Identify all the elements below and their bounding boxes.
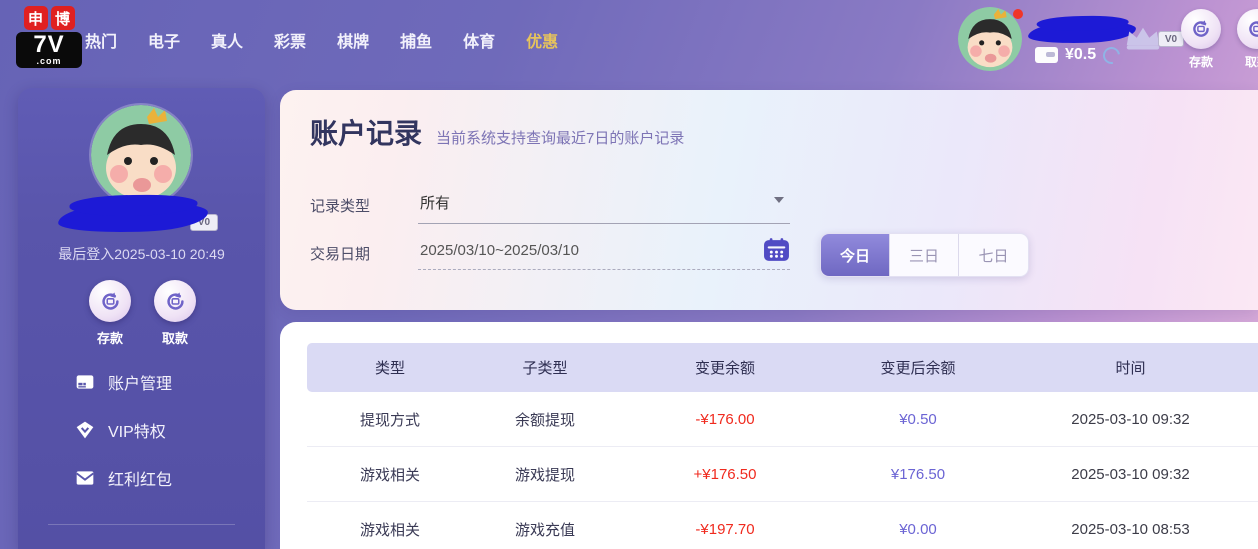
nav-item[interactable]: 真人 <box>211 28 243 52</box>
deposit-label: 存款 <box>1188 55 1213 69</box>
record-type-select[interactable]: 所有 <box>418 186 790 224</box>
logo-tld: .com <box>36 56 62 66</box>
nav-item[interactable]: 棋牌 <box>337 28 369 52</box>
nav-item[interactable]: 电子 <box>148 28 180 52</box>
column-header-time: 时间 <box>1115 360 1146 377</box>
sidebar-deposit-button[interactable]: 存款 <box>78 280 142 347</box>
sidebar-item-label: VIP特权 <box>108 424 166 441</box>
sidebar: V0 最后登入2025-03-10 20:49 存款 取款 账户管理 VIP特权… <box>18 88 265 549</box>
topbar-deposit-button[interactable]: 存款 <box>1172 9 1230 70</box>
table-body: 提现方式 余额提现 -¥176.00 ¥0.50 2025-03-10 09:32 游戏相… <box>307 392 1258 549</box>
sidebar-menu: 账户管理 VIP特权 红利红包 <box>75 358 255 502</box>
refresh-balance-icon[interactable] <box>1099 43 1124 67</box>
withdraw-icon <box>166 290 184 310</box>
vip-badge-icon <box>75 420 95 440</box>
vip-crown-icon <box>1126 27 1160 50</box>
records-table-panel: 类型 子类型 变更余额 变更后余额 时间 提现方式 余额提现 -¥176.00 ¥0.… <box>280 322 1258 549</box>
logo-badge-char: 博 <box>50 6 75 30</box>
sidebar-item-label: 红利红包 <box>108 472 173 489</box>
account-card-icon <box>75 372 95 392</box>
deposit-label: 存款 <box>96 331 123 346</box>
cell-subtype: 余额提现 <box>514 411 575 429</box>
date-range-input[interactable]: 2025/03/10~2025/03/10 <box>418 236 790 270</box>
cell-balance: ¥0.00 <box>899 520 937 538</box>
wallet-icon <box>1035 47 1058 63</box>
main-nav: 热门 电子 真人 彩票 棋牌 捕鱼 体育 优惠 <box>85 0 558 80</box>
nav-item[interactable]: 热门 <box>85 28 117 52</box>
logo-badge-char: 申 <box>23 6 48 30</box>
page-subtitle: 当前系统支持查询最近7日的账户记录 <box>436 130 685 147</box>
sidebar-divider <box>48 524 235 525</box>
column-header-subtype: 子类型 <box>522 360 568 377</box>
sidebar-item-vip[interactable]: VIP特权 <box>75 406 255 454</box>
cell-subtype: 游戏充值 <box>514 521 575 539</box>
record-type-label: 记录类型 <box>310 197 371 215</box>
notification-dot <box>1013 9 1023 19</box>
cell-change: -¥197.70 <box>695 520 755 538</box>
cell-change: -¥176.00 <box>695 410 755 428</box>
date-range-value: 2025/03/10~2025/03/10 <box>420 242 579 259</box>
nav-item[interactable]: 捕鱼 <box>400 28 432 52</box>
sidebar-item-account-management[interactable]: 账户管理 <box>75 358 255 406</box>
topbar-withdraw-button[interactable]: 取款 <box>1228 9 1258 70</box>
balance-amount: ¥0.5 <box>1065 46 1097 63</box>
deposit-icon <box>101 290 119 310</box>
sidebar-item-label: 账户管理 <box>108 376 173 393</box>
site-logo[interactable]: 申 博 7V .com <box>16 6 82 68</box>
account-records-panel: 账户记录 当前系统支持查询最近7日的账户记录 记录类型 所有 交易日期 2025… <box>280 90 1258 310</box>
date-range-tabs: 今日 三日 七日 <box>820 233 1029 277</box>
sidebar-withdraw-button[interactable]: 取款 <box>143 280 207 347</box>
table-row: 提现方式 余额提现 -¥176.00 ¥0.50 2025-03-10 09:32 <box>307 392 1258 447</box>
cell-type: 游戏相关 <box>359 466 420 484</box>
cell-subtype: 游戏提现 <box>514 466 575 484</box>
red-envelope-icon <box>75 468 95 488</box>
range-tab[interactable]: 七日 <box>959 234 1028 276</box>
sidebar-item-red-envelope[interactable]: 红利红包 <box>75 454 255 502</box>
cell-time: 2025-03-10 09:32 <box>1071 410 1190 428</box>
top-bar: 申 博 7V .com 热门 电子 真人 彩票 棋牌 捕鱼 体育 优惠 V0 ¥0.5 存款 … <box>0 0 1258 80</box>
transaction-date-label: 交易日期 <box>310 245 371 263</box>
last-login-text: 最后登入2025-03-10 20:49 <box>58 246 225 262</box>
withdraw-label: 取款 <box>161 331 188 346</box>
avatar[interactable] <box>958 7 1022 71</box>
withdraw-icon <box>1249 19 1258 37</box>
sidebar-username-redacted <box>57 198 209 236</box>
cell-type: 游戏相关 <box>359 521 420 539</box>
record-type-value: 所有 <box>420 195 451 212</box>
cell-balance: ¥176.50 <box>890 465 946 483</box>
cell-change: +¥176.50 <box>693 465 757 483</box>
nav-item[interactable]: 优惠 <box>526 28 558 52</box>
cell-time: 2025-03-10 08:53 <box>1071 520 1190 538</box>
cell-time: 2025-03-10 09:32 <box>1071 465 1190 483</box>
nav-item[interactable]: 彩票 <box>274 28 306 52</box>
column-header-change: 变更余额 <box>694 360 755 377</box>
page-title: 账户记录 <box>310 118 423 149</box>
table-header: 类型 子类型 变更余额 变更后余额 时间 <box>307 343 1258 392</box>
cell-balance: ¥0.50 <box>899 410 937 428</box>
column-header-type: 类型 <box>374 360 405 377</box>
sidebar-avatar[interactable] <box>91 105 191 205</box>
column-header-balance: 变更后余额 <box>880 360 956 377</box>
range-tab[interactable]: 今日 <box>821 234 890 276</box>
logo-name: 7V <box>33 31 65 58</box>
range-tab[interactable]: 三日 <box>890 234 959 276</box>
withdraw-label: 取款 <box>1244 55 1258 69</box>
nav-item[interactable]: 体育 <box>463 28 495 52</box>
calendar-icon[interactable] <box>763 237 790 262</box>
deposit-icon <box>1193 19 1209 37</box>
chevron-down-icon[interactable] <box>774 197 784 203</box>
cell-type: 提现方式 <box>359 411 420 429</box>
table-row: 游戏相关 游戏提现 +¥176.50 ¥176.50 2025-03-10 09:32 <box>307 447 1258 502</box>
table-row: 游戏相关 游戏充值 -¥197.70 ¥0.00 2025-03-10 08:53 <box>307 502 1258 549</box>
